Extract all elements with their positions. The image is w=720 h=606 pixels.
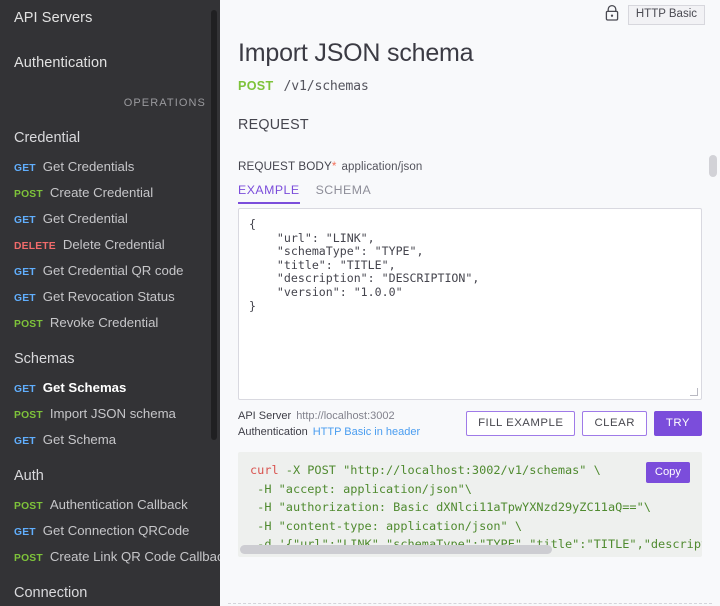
method-badge-get: GET — [14, 527, 36, 538]
request-body-row: REQUEST BODY* application/json — [230, 160, 710, 173]
copy-button[interactable]: Copy — [645, 462, 690, 484]
curl-command-token: curl — [250, 463, 279, 477]
sidebar-item-label: Create Link QR Code Callback — [49, 549, 220, 564]
sidebar-item-label: Get Revocation Status — [42, 289, 175, 304]
curl-line-4: -H "content-type: application/json" \ — [250, 518, 523, 533]
example-body-editor[interactable]: { "url": "LINK", "schemaType": "TYPE", "… — [238, 208, 702, 400]
sidebar-item-get-connection-qrcode[interactable]: GET Get Connection QRCode — [0, 523, 220, 538]
main-inner: HTTP Basic Import JSON schema POST /v1/s… — [220, 0, 720, 604]
sidebar-item-label: Revoke Credential — [49, 315, 159, 330]
method-badge-get: GET — [14, 215, 36, 226]
endpoint-path: /v1/schemas — [283, 79, 369, 94]
page-title: Import JSON schema — [238, 39, 474, 67]
sidebar-group-auth-items: POST Authentication Callback GET Get Con… — [0, 497, 220, 564]
fill-example-button[interactable]: FILL EXAMPLE — [466, 411, 576, 437]
sidebar-item-get-revocation-status[interactable]: GET Get Revocation Status — [0, 289, 220, 304]
main-content: HTTP Basic Import JSON schema POST /v1/s… — [220, 0, 720, 606]
sidebar-item-label: Get Credential QR code — [42, 263, 184, 278]
sidebar-item-get-credential-qr-code[interactable]: GET Get Credential QR code — [0, 263, 220, 278]
method-badge-get: GET — [14, 293, 36, 304]
authentication-link[interactable]: HTTP Basic in header — [313, 426, 420, 438]
sidebar-item-authentication-callback[interactable]: POST Authentication Callback — [0, 497, 220, 512]
meta-and-actions: API Server http://localhost:3002 Authenti… — [238, 409, 702, 440]
sidebar-item-label: Get Schema — [42, 432, 117, 447]
request-body-label: REQUEST BODY — [238, 160, 332, 173]
sidebar-item-label: Get Credentials — [42, 159, 135, 174]
action-buttons: FILL EXAMPLE CLEAR TRY — [466, 409, 702, 437]
sidebar-item-label: API Servers — [14, 10, 93, 26]
curl-code-panel: curl -X POST "http://localhost:3002/v1/s… — [238, 452, 702, 557]
sidebar-item-label: Authentication — [14, 55, 108, 71]
sidebar-item-get-schemas[interactable]: GET Get Schemas — [0, 380, 220, 395]
clear-button[interactable]: CLEAR — [582, 411, 647, 437]
sidebar-item-get-credential[interactable]: GET Get Credential — [0, 211, 220, 226]
api-docs-page: API Servers Authentication OPERATIONS Cr… — [0, 0, 720, 606]
sidebar: API Servers Authentication OPERATIONS Cr… — [0, 0, 220, 606]
sidebar-item-label: Get Schemas — [42, 380, 127, 395]
api-server-row: API Server http://localhost:3002 — [238, 409, 420, 425]
sidebar-item-revoke-credential[interactable]: POST Revoke Credential — [0, 315, 220, 330]
sidebar-item-label: Delete Credential — [62, 237, 165, 252]
sidebar-item-label: Import JSON schema — [49, 406, 176, 421]
method-badge-get: GET — [14, 436, 36, 447]
resize-handle-icon[interactable] — [688, 386, 700, 398]
endpoint-method: POST — [238, 79, 274, 93]
authentication-label: Authentication — [238, 425, 308, 438]
request-body-tabs: EXAMPLE SCHEMA — [230, 183, 710, 204]
authentication-row: Authentication HTTP Basic in header — [238, 425, 420, 441]
api-server-value: http://localhost:3002 — [296, 410, 395, 422]
request-section-heading: REQUEST — [238, 117, 309, 133]
sidebar-item-get-schema[interactable]: GET Get Schema — [0, 432, 220, 447]
method-badge-post: POST — [14, 553, 43, 564]
request-meta: API Server http://localhost:3002 Authenti… — [238, 409, 420, 440]
method-badge-post: POST — [14, 319, 43, 330]
sidebar-item-authentication[interactable]: Authentication — [0, 55, 220, 71]
sidebar-group-auth[interactable]: Auth — [0, 468, 220, 484]
sidebar-group-credential[interactable]: Credential — [0, 130, 220, 146]
sidebar-group-credential-items: GET Get Credentials POST Create Credenti… — [0, 159, 220, 330]
sidebar-group-connection[interactable]: Connection — [0, 585, 220, 601]
code-horizontal-scrollbar[interactable] — [238, 545, 702, 554]
tab-schema[interactable]: SCHEMA — [316, 183, 372, 204]
curl-line-3: -H "authorization: Basic dXNlci11aTpwYXN… — [250, 500, 651, 515]
sidebar-item-get-credentials[interactable]: GET Get Credentials — [0, 159, 220, 174]
curl-line-1: -X POST "http://localhost:3002/v1/schema… — [278, 463, 601, 477]
sidebar-group-schemas[interactable]: Schemas — [0, 351, 220, 367]
code-horizontal-scrollbar-thumb[interactable] — [240, 545, 552, 554]
tab-example[interactable]: EXAMPLE — [238, 183, 300, 204]
endpoint-row: POST /v1/schemas — [230, 79, 710, 94]
main-scrollbar-thumb[interactable] — [709, 155, 717, 177]
request-body-content-type: application/json — [341, 161, 423, 173]
sidebar-item-create-credential[interactable]: POST Create Credential — [0, 185, 220, 200]
sidebar-item-label: Authentication Callback — [49, 497, 188, 512]
sidebar-item-import-json-schema[interactable]: POST Import JSON schema — [0, 406, 220, 421]
sidebar-item-delete-credential[interactable]: DELETE Delete Credential — [0, 237, 220, 252]
method-badge-get: GET — [14, 384, 36, 395]
method-badge-delete: DELETE — [14, 241, 56, 252]
try-button[interactable]: TRY — [653, 411, 702, 437]
curl-code-block[interactable]: curl -X POST "http://localhost:3002/v1/s… — [238, 461, 702, 554]
sidebar-scrollbar-thumb[interactable] — [211, 10, 217, 440]
sidebar-item-create-link-qr-code-callback[interactable]: POST Create Link QR Code Callback — [0, 549, 220, 564]
section-divider — [228, 603, 712, 604]
lock-icon — [604, 4, 620, 27]
sidebar-scroll-area[interactable]: API Servers Authentication OPERATIONS Cr… — [0, 0, 220, 606]
sidebar-group-schemas-items: GET Get Schemas POST Import JSON schema … — [0, 380, 220, 447]
auth-bar: HTTP Basic — [230, 0, 710, 30]
required-marker: * — [331, 160, 337, 173]
api-server-label: API Server — [238, 410, 292, 422]
sidebar-item-label: Get Credential — [42, 211, 128, 226]
method-badge-get: GET — [14, 163, 36, 174]
method-badge-post: POST — [14, 189, 43, 200]
method-badge-get: GET — [14, 267, 36, 278]
sidebar-operations-heading: OPERATIONS — [123, 97, 206, 109]
sidebar-item-label: Create Credential — [49, 185, 154, 200]
sidebar-item-api-servers[interactable]: API Servers — [0, 10, 220, 26]
method-badge-post: POST — [14, 501, 43, 512]
curl-line-2: -H "accept: application/json"\ — [250, 481, 472, 496]
method-badge-post: POST — [14, 410, 43, 421]
auth-scheme-chip[interactable]: HTTP Basic — [627, 4, 705, 26]
sidebar-item-label: Get Connection QRCode — [42, 523, 190, 538]
example-body-text[interactable]: { "url": "LINK", "schemaType": "TYPE", "… — [239, 209, 701, 322]
